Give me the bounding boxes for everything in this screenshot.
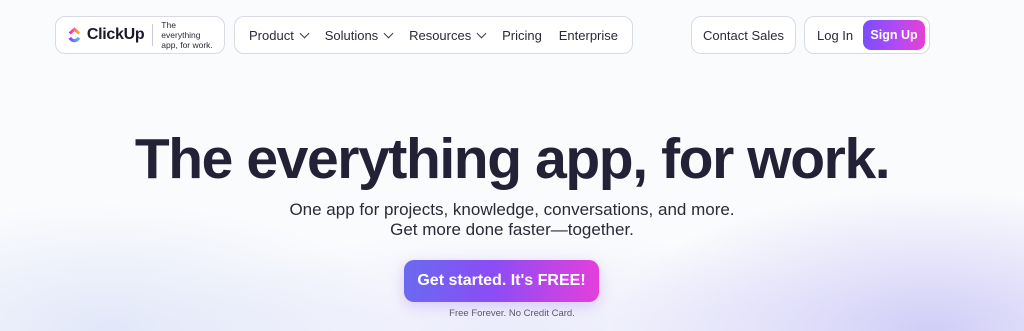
logo-divider (152, 24, 154, 46)
chevron-down-icon (383, 28, 394, 38)
logo-block[interactable]: ClickUp The everything app, for work. (55, 16, 225, 54)
nav-item-product[interactable]: Product (243, 28, 314, 43)
nav-item-label: Resources (409, 27, 472, 43)
get-started-button[interactable]: Get started. It's FREE! (404, 260, 599, 302)
nav-item-resources[interactable]: Resources (403, 28, 491, 43)
log-in-link[interactable]: Log In (817, 28, 853, 43)
brand-tagline: The everything app, for work. (161, 20, 214, 50)
nav-item-pricing[interactable]: Pricing (496, 28, 548, 43)
tagline-line-2: app, for work. (161, 40, 213, 50)
chevron-down-icon (299, 28, 310, 38)
nav-item-solutions[interactable]: Solutions (319, 28, 398, 43)
nav-item-label: Enterprise (558, 27, 618, 43)
main-nav: Product Solutions Resources Pricing Ente… (234, 16, 633, 54)
tagline-line-1: The everything (161, 20, 201, 40)
hero-subtitle-line-1: One app for projects, knowledge, convers… (289, 200, 735, 219)
nav-item-label: Product (249, 27, 294, 43)
contact-sales-button[interactable]: Contact Sales (691, 16, 796, 54)
sign-up-button[interactable]: Sign Up (863, 20, 925, 50)
auth-group: Log In Sign Up (804, 16, 930, 54)
nav-item-enterprise[interactable]: Enterprise (553, 28, 624, 43)
fine-print: Free Forever. No Credit Card. (449, 308, 575, 319)
nav-item-label: Solutions (324, 27, 379, 43)
clickup-logo-icon (68, 27, 81, 43)
hero-title: The everything app, for work. (134, 127, 891, 191)
chevron-down-icon (476, 28, 487, 38)
nav-item-label: Pricing (502, 27, 542, 43)
brand-name: ClickUp (86, 26, 145, 43)
hero-subtitle-line-2: Get more done faster—together. (390, 220, 634, 239)
